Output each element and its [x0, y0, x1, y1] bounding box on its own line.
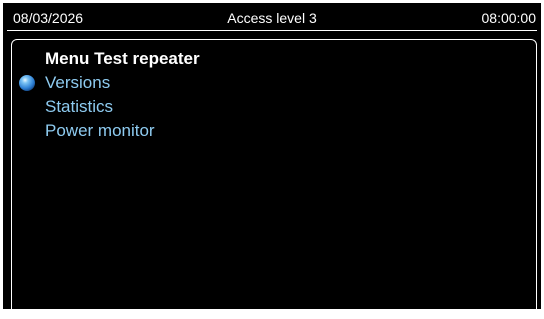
status-time: 08:00:00: [481, 10, 537, 26]
menu-item-versions[interactable]: Versions: [45, 73, 110, 93]
status-divider: [7, 30, 537, 31]
status-access-level: Access level 3: [227, 10, 317, 26]
menu-panel: Menu Test repeater Versions Statistics P…: [11, 39, 537, 319]
device-screen: 08/03/2026 Access level 3 08:00:00 Menu …: [3, 3, 541, 319]
selection-bullet-icon: [19, 75, 35, 91]
menu-item-statistics[interactable]: Statistics: [45, 97, 113, 117]
menu-title: Menu Test repeater: [45, 49, 200, 68]
menu-item-power-monitor[interactable]: Power monitor: [45, 121, 155, 141]
status-bar: 08/03/2026 Access level 3 08:00:00: [3, 3, 541, 33]
